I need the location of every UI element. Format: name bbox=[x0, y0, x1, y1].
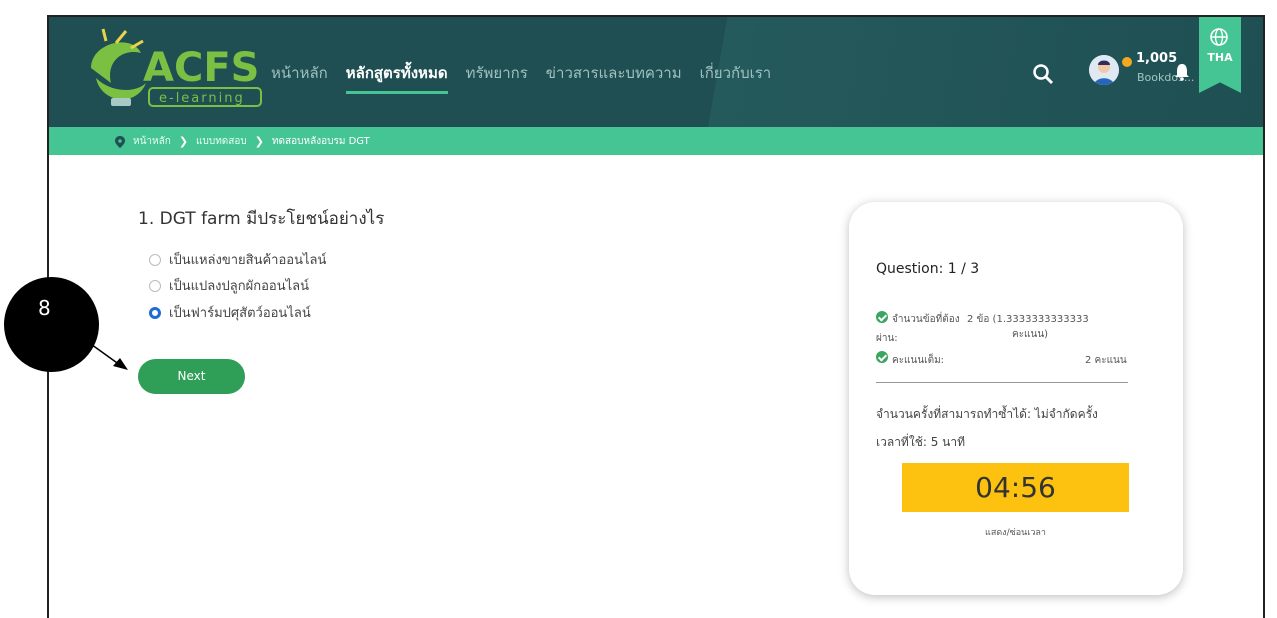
svg-text:ACFS: ACFS bbox=[143, 45, 259, 91]
option-label: เป็นแหล่งขายสินค้าออนไลน์ bbox=[169, 253, 327, 268]
browser-frame: ACFS e-learning หน้าหลัก หลักสูตรทั้งหมด… bbox=[47, 15, 1265, 618]
question-title: 1. DGT farm มีประโยชน์อย่างไร bbox=[138, 209, 385, 229]
full-score-label: คะแนนเต็ม: bbox=[892, 355, 945, 366]
divider bbox=[876, 382, 1128, 383]
acfs-logo[interactable]: ACFS e-learning bbox=[81, 23, 271, 113]
option-label: เป็นแปลงปลูกผักออนไลน์ bbox=[169, 279, 309, 294]
next-button[interactable]: Next bbox=[138, 359, 245, 394]
step-number: 8 bbox=[38, 296, 51, 320]
pass-label-cont: ผ่าน: bbox=[876, 333, 898, 344]
question-progress: Question: 1 / 3 bbox=[876, 261, 980, 277]
pass-value-cont: คะแนน) bbox=[1012, 329, 1049, 340]
location-pin-icon bbox=[115, 135, 125, 148]
breadcrumb-quiz[interactable]: แบบทดสอบ bbox=[196, 134, 247, 149]
attempts-info: จำนวนครั้งที่สามารถทำซ้ำได้: ไม่จำกัดครั… bbox=[876, 407, 1098, 421]
coin-icon bbox=[1122, 57, 1132, 67]
quiz-info-card: Question: 1 / 3 จำนวนข้อที่ต้อง ผ่าน: 2 … bbox=[849, 202, 1183, 595]
language-label: THA bbox=[1207, 51, 1233, 64]
full-score-value: 2 คะแนน bbox=[1085, 355, 1127, 366]
step-marker bbox=[4, 277, 99, 372]
answer-option-1[interactable]: เป็นแหล่งขายสินค้าออนไลน์ bbox=[149, 249, 326, 270]
radio-button[interactable] bbox=[149, 279, 161, 292]
check-icon bbox=[876, 311, 888, 323]
nav-resources[interactable]: ทรัพยากร bbox=[466, 61, 528, 94]
pass-value: 2 ข้อ (1.3333333333333 bbox=[967, 314, 1089, 325]
toggle-timer-link[interactable]: แสดง/ซ่อนเวลา bbox=[902, 525, 1129, 539]
user-avatar[interactable] bbox=[1089, 55, 1119, 85]
breadcrumb-home[interactable]: หน้าหลัก bbox=[133, 134, 171, 149]
option-label: เป็นฟาร์มปศุสัตว์ออนไลน์ bbox=[169, 306, 311, 321]
logo-subtitle: e-learning bbox=[159, 91, 245, 106]
points-count: 1,005 bbox=[1136, 51, 1178, 66]
check-icon bbox=[876, 351, 888, 363]
radio-button[interactable] bbox=[149, 253, 161, 266]
pass-label: จำนวนข้อที่ต้อง bbox=[892, 314, 960, 325]
breadcrumb-bar: หน้าหลัก ❯ แบบทดสอบ ❯ ทดสอบหลังอบรม DGT bbox=[49, 127, 1263, 155]
main-nav: หน้าหลัก หลักสูตรทั้งหมด ทรัพยากร ข่าวสา… bbox=[271, 61, 771, 94]
avatar-icon bbox=[1089, 55, 1119, 85]
breadcrumb-current: ทดสอบหลังอบรม DGT bbox=[271, 136, 370, 147]
breadcrumb: หน้าหลัก ❯ แบบทดสอบ ❯ ทดสอบหลังอบรม DGT bbox=[115, 134, 370, 149]
bell-icon[interactable] bbox=[1174, 63, 1190, 81]
countdown-timer: 04:56 bbox=[902, 463, 1129, 512]
site-header: ACFS e-learning หน้าหลัก หลักสูตรทั้งหมด… bbox=[49, 17, 1263, 127]
time-used: เวลาที่ใช้: 5 นาที bbox=[876, 435, 966, 449]
nav-news[interactable]: ข่าวสารและบทความ bbox=[546, 61, 682, 94]
nav-all-courses[interactable]: หลักสูตรทั้งหมด bbox=[345, 61, 448, 94]
nav-home[interactable]: หน้าหลัก bbox=[271, 61, 328, 94]
language-switcher[interactable]: THA bbox=[1199, 17, 1241, 93]
answer-option-3[interactable]: เป็นฟาร์มปศุสัตว์ออนไลน์ bbox=[149, 302, 311, 323]
nav-about[interactable]: เกี่ยวกับเรา bbox=[700, 61, 772, 94]
chevron-right-icon: ❯ bbox=[254, 135, 264, 148]
globe-icon bbox=[1210, 28, 1228, 46]
chevron-right-icon: ❯ bbox=[178, 135, 189, 148]
search-icon[interactable] bbox=[1032, 63, 1054, 85]
answer-option-2[interactable]: เป็นแปลงปลูกผักออนไลน์ bbox=[149, 275, 309, 296]
radio-button-selected[interactable] bbox=[149, 306, 161, 319]
